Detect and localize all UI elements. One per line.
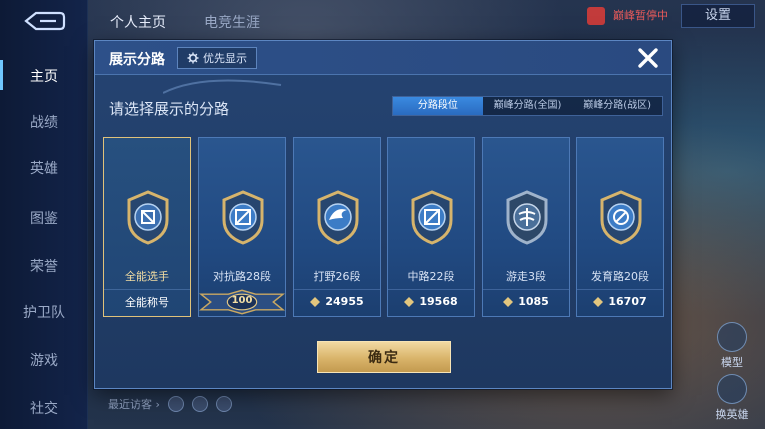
peak-points-icon (503, 296, 514, 307)
close-icon[interactable] (635, 45, 661, 71)
sidebar-item-social[interactable]: 社交 (0, 398, 88, 418)
dialog-title: 展示分路 (109, 52, 165, 68)
sidebar-item-honor[interactable]: 荣誉 (0, 256, 88, 276)
priority-display-label: 优先显示 (203, 52, 247, 65)
mid-lane-badge-icon (411, 190, 453, 245)
gear-icon (187, 52, 199, 64)
lane-card-label: 全能选手 (125, 270, 169, 283)
back-icon[interactable] (20, 8, 66, 34)
lane-card-label: 中路22段 (407, 270, 455, 283)
switch-hero-label: 换英雄 (715, 408, 749, 421)
sidebar: 主页 战绩 英雄 图鉴 荣誉 护卫队 游戏 社交 (0, 0, 88, 429)
priority-display-button[interactable]: 优先显示 (177, 47, 257, 69)
peak-points-icon (310, 296, 321, 307)
sidebar-item-heroes[interactable]: 英雄 (0, 158, 88, 178)
recent-visitors-link[interactable]: 最近访客 › (108, 396, 160, 412)
tab-lane-rank[interactable]: 分路段位 (393, 97, 483, 115)
lane-card-score: 19568 (388, 289, 474, 313)
roam-badge-icon (506, 190, 548, 245)
all-round-badge-icon (127, 190, 169, 245)
star-count: 100 (231, 295, 253, 306)
lane-card-label: 对抗路28段 (213, 270, 271, 283)
lane-card-label: 发育路20段 (591, 270, 649, 283)
tab-peak-lane-national[interactable]: 巅峰分路(全国) (483, 97, 573, 115)
lane-card-label: 打野26段 (313, 270, 361, 283)
confirm-button[interactable]: 确定 (317, 341, 451, 373)
sidebar-item-codex[interactable]: 图鉴 (0, 208, 88, 228)
lane-card-score-text: 全能称号 (125, 295, 169, 309)
lane-card-score-text: 24955 (325, 295, 364, 308)
lane-card-clash[interactable]: 对抗路28段 100 (198, 137, 286, 317)
model-icon (717, 322, 747, 352)
lane-card-score: 16707 (577, 289, 663, 313)
dialog-header: 展示分路 优先显示 (95, 41, 671, 75)
lane-card-score-text: 1085 (518, 295, 549, 308)
sidebar-item-guard-team[interactable]: 护卫队 (0, 302, 88, 322)
lane-card-jungle[interactable]: 打野26段 24955 (293, 137, 381, 317)
top-tabs: 个人主页 电竞生涯 (110, 12, 260, 32)
settings-button[interactable]: 设置 (681, 4, 755, 28)
jungle-badge-icon (317, 190, 359, 245)
lane-card-score: 全能称号 (104, 289, 190, 313)
tab-esports-career[interactable]: 电竞生涯 (204, 12, 260, 32)
tab-personal-home[interactable]: 个人主页 (110, 12, 166, 32)
visitor-avatar[interactable] (191, 396, 208, 412)
switch-hero-button[interactable]: 换英雄 (709, 374, 755, 422)
clash-lane-badge-icon (222, 190, 264, 245)
lane-card-roam[interactable]: 游走3段 1085 (482, 137, 570, 317)
bottom-bar: 最近访客 › (108, 396, 232, 412)
lane-card-all-round[interactable]: 全能选手 全能称号 (103, 137, 191, 317)
lane-card-score-text: 16707 (608, 295, 647, 308)
model-button[interactable]: 模型 (709, 322, 755, 370)
lane-card-label: 游走3段 (506, 270, 546, 283)
peak-notice: 巅峰暂停中 (613, 9, 668, 22)
lane-card-mid[interactable]: 中路22段 19568 (387, 137, 475, 317)
lane-card-farm[interactable]: 发育路20段 16707 (576, 137, 664, 317)
visitor-avatar[interactable] (167, 396, 184, 412)
decorative-swoosh (163, 79, 282, 94)
gift-icon[interactable] (587, 7, 605, 25)
display-lane-dialog: 展示分路 优先显示 请选择展示的分路 分路段位 巅峰分路(全国) 巅峰分路(战区… (94, 40, 672, 389)
sidebar-item-games[interactable]: 游戏 (0, 350, 88, 370)
peak-points-icon (404, 296, 415, 307)
top-right-bar: 巅峰暂停中 设置 (587, 4, 755, 28)
switch-hero-icon (717, 374, 747, 404)
dialog-subtitle: 请选择展示的分路 (109, 100, 230, 118)
lane-type-tabs: 分路段位 巅峰分路(全国) 巅峰分路(战区) (392, 96, 663, 116)
visitor-avatar[interactable] (215, 396, 232, 412)
sidebar-item-home[interactable]: 主页 (0, 60, 88, 90)
lane-card-score: 24955 (294, 289, 380, 313)
sidebar-item-record[interactable]: 战绩 (0, 112, 88, 132)
tab-peak-lane-region[interactable]: 巅峰分路(战区) (572, 97, 662, 115)
peak-points-icon (593, 296, 604, 307)
model-label: 模型 (721, 356, 743, 369)
farm-lane-badge-icon (600, 190, 642, 245)
lane-card-score-text: 19568 (419, 295, 458, 308)
lane-card-score: 1085 (483, 289, 569, 313)
